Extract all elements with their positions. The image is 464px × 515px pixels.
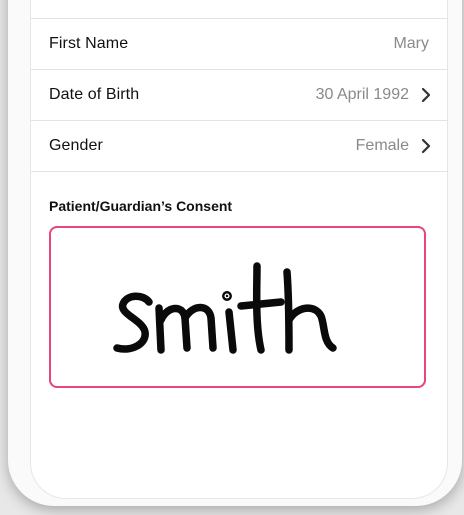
date-of-birth-value: 30 April 1992 [316, 86, 435, 104]
signature-drawing [113, 262, 337, 354]
chevron-right-icon [417, 86, 435, 104]
gender-label: Gender [49, 137, 103, 154]
first-name-row[interactable]: First Name Mary [31, 19, 447, 70]
gender-row[interactable]: Gender Female [31, 121, 447, 172]
gender-value: Female [356, 137, 435, 155]
first-name-value-text: Mary [393, 35, 429, 52]
chevron-right-icon [417, 137, 435, 155]
date-of-birth-label: Date of Birth [49, 86, 140, 103]
form-screen: First Name Mary Date of Birth 30 April 1… [30, 0, 448, 499]
gender-value-text: Female [355, 137, 409, 154]
date-of-birth-row[interactable]: Date of Birth 30 April 1992 [31, 70, 447, 121]
consent-title: Patient/Guardian’s Consent [49, 198, 233, 214]
signature-pad[interactable] [49, 226, 426, 388]
first-name-label: First Name [49, 35, 129, 52]
first-name-value: Mary [393, 35, 429, 53]
date-of-birth-value-text: 30 April 1992 [315, 86, 409, 103]
